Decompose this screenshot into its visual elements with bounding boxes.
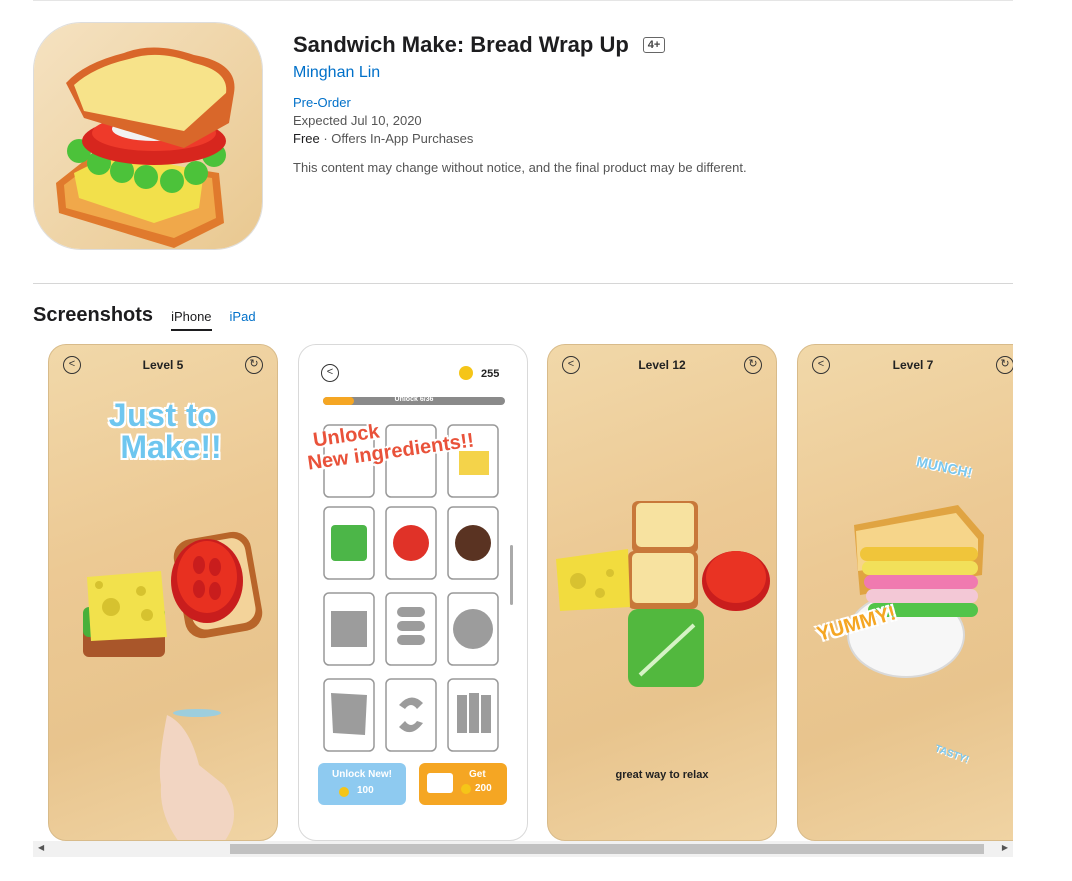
back-icon: <	[321, 364, 339, 382]
screenshot-4-art	[847, 505, 984, 678]
get-reward: 200	[475, 783, 492, 794]
screenshot-2-art	[318, 366, 513, 805]
price: Free	[293, 131, 320, 146]
screenshots-title: Screenshots	[33, 304, 154, 326]
back-icon: <	[562, 356, 580, 374]
screenshot-3-art	[556, 501, 770, 687]
app-info: Sandwich Make: Bread Wrap Up 4+ Minghan …	[293, 32, 1013, 175]
section-divider	[33, 283, 1013, 284]
caption: great way to relax	[615, 769, 709, 781]
level-label: Level 12	[638, 358, 686, 372]
screenshots-header: Screenshots iPhone iPad	[33, 304, 256, 331]
preorder-label: Pre-Order	[293, 95, 351, 110]
restart-icon: ↻	[245, 356, 263, 374]
screenshot-3[interactable]: Level 12 < ↻ great way to relax	[547, 344, 777, 841]
horizontal-scrollbar[interactable]: ◀ ▶	[33, 841, 1013, 857]
restart-icon: ↻	[744, 356, 762, 374]
in-app-purchases: · Offers In-App Purchases	[319, 131, 474, 146]
tab-iphone[interactable]: iPhone	[171, 309, 212, 331]
price-line: Free · Offers In-App Purchases	[293, 131, 1013, 146]
age-rating-badge: 4+	[642, 37, 666, 53]
scroll-thumb[interactable]	[230, 844, 984, 854]
disclaimer: This content may change without notice, …	[293, 160, 747, 175]
unlock-progress-label: Unlock 6/36	[394, 396, 434, 403]
screenshot-2[interactable]: < 255 Unlock 6/36 Unlock New ingredients…	[298, 344, 528, 841]
developer-link[interactable]: Minghan Lin	[293, 64, 1013, 82]
level-label: Level 5	[142, 358, 184, 372]
app-icon	[33, 22, 263, 250]
screenshot-4[interactable]: Level 7 < ↻ MUNCH! YUMMY! TASTY!	[797, 344, 1013, 841]
scroll-left-icon[interactable]: ◀	[38, 843, 44, 852]
expected-date: Expected Jul 10, 2020	[293, 113, 422, 128]
coin-count: 255	[481, 368, 500, 380]
restart-icon: ↻	[996, 356, 1013, 374]
back-icon: <	[63, 356, 81, 374]
headline-line-2: Make!!	[120, 429, 222, 465]
top-divider	[33, 0, 1013, 1]
app-title: Sandwich Make: Bread Wrap Up	[293, 32, 629, 57]
get-button-label: Get	[469, 769, 486, 780]
unlock-new-button-label: Unlock New!	[331, 769, 392, 780]
tab-ipad[interactable]: iPad	[230, 309, 256, 329]
level-label: Level 7	[892, 358, 934, 372]
screenshots-gallery[interactable]: Level 5 < ↻ Just to Make!! < 255 Unlock …	[33, 344, 1013, 841]
screenshot-1[interactable]: Level 5 < ↻ Just to Make!!	[48, 344, 278, 841]
scroll-right-icon[interactable]: ▶	[1002, 843, 1008, 852]
back-icon: <	[812, 356, 830, 374]
unlock-cost: 100	[357, 785, 374, 796]
